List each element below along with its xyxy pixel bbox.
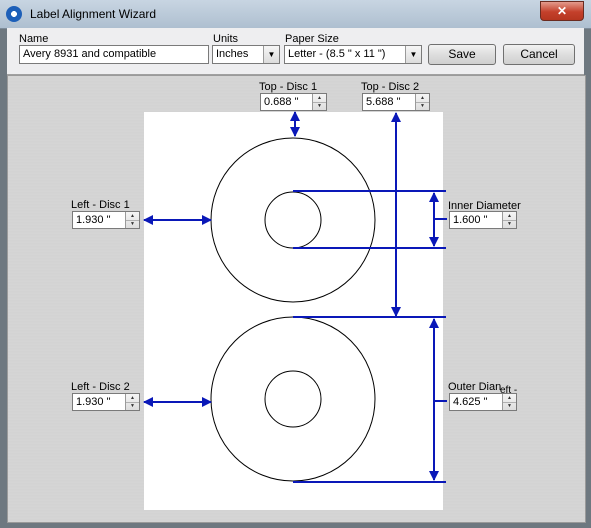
units-select[interactable]: Inches ▼ <box>212 45 280 64</box>
spin-down-icon[interactable]: ▼ <box>416 102 429 110</box>
spinner-buttons[interactable]: ▲ ▼ <box>125 212 139 228</box>
left-disc1-spinner[interactable]: 1.930 " ▲ ▼ <box>72 211 140 229</box>
chevron-down-icon[interactable]: ▼ <box>405 46 421 63</box>
outer-diameter-value[interactable]: 4.625 " <box>453 394 488 410</box>
name-input[interactable]: Avery 8931 and compatible <box>19 45 209 64</box>
spin-down-icon[interactable]: ▼ <box>503 220 516 228</box>
spinner-buttons[interactable]: ▲ ▼ <box>125 394 139 410</box>
top-disc1-value[interactable]: 0.688 " <box>264 94 299 110</box>
paper-size-select[interactable]: Letter - (8.5 " x 11 ") ▼ <box>284 45 422 64</box>
left-disc1-value[interactable]: 1.930 " <box>76 212 111 228</box>
units-value: Inches <box>216 48 249 60</box>
app-disc-icon <box>6 6 22 22</box>
window-title: Label Alignment Wizard <box>30 7 157 21</box>
paper-size-label: Paper Size <box>285 33 339 45</box>
name-label: Name <box>19 33 49 45</box>
paper-size-value: Letter - (8.5 " x 11 ") <box>288 48 386 60</box>
close-button[interactable]: ✕ <box>540 1 584 21</box>
top-disc2-label: Top - Disc 2 <box>361 81 420 93</box>
title-bar[interactable]: Label Alignment Wizard ✕ <box>0 0 591 29</box>
spin-down-icon[interactable]: ▼ <box>503 402 516 410</box>
spin-down-icon[interactable]: ▼ <box>126 402 139 410</box>
paper-preview <box>144 112 443 510</box>
cancel-button[interactable]: Cancel <box>503 44 575 65</box>
left-disc1-label: Left - Disc 1 <box>71 199 130 211</box>
left-disc2-label: Left - Disc 2 <box>71 381 130 393</box>
chevron-down-icon[interactable]: ▼ <box>263 46 279 63</box>
label-alignment-wizard-window: Label Alignment Wizard ✕ Name Avery 8931… <box>0 0 591 528</box>
units-label: Units <box>213 33 239 45</box>
spinner-buttons[interactable]: ▲ ▼ <box>415 94 429 110</box>
inner-diameter-value[interactable]: 1.600 " <box>453 212 488 228</box>
top-disc2-spinner[interactable]: 5.688 " ▲ ▼ <box>362 93 430 111</box>
spinner-buttons[interactable]: ▲ ▼ <box>502 212 516 228</box>
top-disc1-label: Top - Disc 1 <box>259 81 318 93</box>
spin-down-icon[interactable]: ▼ <box>313 102 326 110</box>
spin-down-icon[interactable]: ▼ <box>126 220 139 228</box>
spinner-buttons[interactable]: ▲ ▼ <box>312 94 326 110</box>
outer-diameter-label: Outer Dian <box>448 381 502 393</box>
top-disc1-spinner[interactable]: 0.688 " ▲ ▼ <box>260 93 327 111</box>
top-disc2-value[interactable]: 5.688 " <box>366 94 401 110</box>
left-disc2-spinner[interactable]: 1.930 " ▲ ▼ <box>72 393 140 411</box>
spinner-buttons[interactable]: ▲ ▼ <box>502 394 516 410</box>
outer-diameter-spinner[interactable]: 4.625 " ▲ ▼ <box>449 393 517 411</box>
save-button[interactable]: Save <box>428 44 496 65</box>
inner-diameter-spinner[interactable]: 1.600 " ▲ ▼ <box>449 211 517 229</box>
left-disc2-value[interactable]: 1.930 " <box>76 394 111 410</box>
